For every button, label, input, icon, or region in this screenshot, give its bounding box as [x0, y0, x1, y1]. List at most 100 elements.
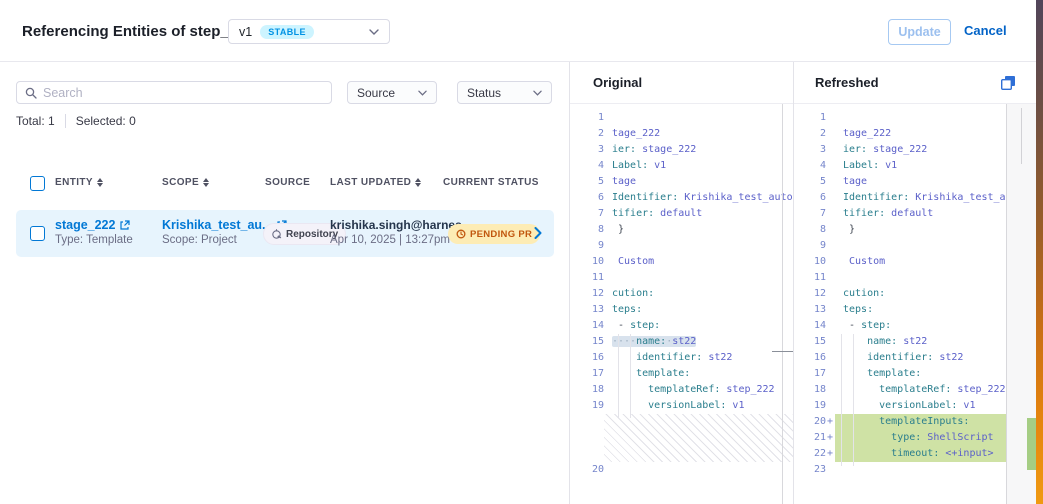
- row-checkbox[interactable]: [30, 226, 45, 241]
- scrollbar-thumb[interactable]: [1021, 108, 1022, 164]
- diff-add-mark: [826, 110, 835, 126]
- diff-add-mark: +: [826, 430, 835, 446]
- refreshed-pane-title: Refreshed: [815, 75, 879, 90]
- line-number: 1: [570, 110, 604, 126]
- code-line: 4Label: v1: [570, 158, 793, 174]
- code-line: 3ier: stage_222: [570, 142, 793, 158]
- diff-add-mark: [826, 302, 835, 318]
- original-pane-title: Original: [593, 75, 642, 90]
- line-number: 8: [793, 222, 826, 238]
- entity-link[interactable]: stage_222: [55, 218, 133, 233]
- code-line: 7tifier: default: [570, 206, 793, 222]
- code-line: 17 template:: [570, 366, 793, 382]
- scrollbar-track[interactable]: [782, 104, 783, 504]
- line-number: 8: [570, 222, 604, 238]
- code-line: 12cution:: [570, 286, 793, 302]
- code-text: Label: v1: [604, 158, 793, 174]
- external-link-icon: [119, 220, 130, 231]
- code-text: templateRef: step_222: [604, 382, 793, 398]
- original-code: 12tage_2223ier: stage_2224Label: v15tage…: [570, 110, 793, 478]
- code-line: 19 versionLabel: v1: [570, 398, 793, 414]
- status-badge-label: PENDING PR: [470, 229, 532, 240]
- clock-icon: [456, 229, 466, 239]
- line-number: 16: [793, 350, 826, 366]
- source-filter-dropdown[interactable]: Source: [347, 81, 437, 104]
- diff-add-mark: [826, 382, 835, 398]
- column-header-last-updated[interactable]: LAST UPDATED: [330, 177, 421, 188]
- copy-icon[interactable]: [1000, 74, 1018, 92]
- diff-headers: Original Refreshed: [570, 62, 1043, 104]
- code-text: teps:: [604, 302, 793, 318]
- line-number: 13: [793, 302, 826, 318]
- diff-placeholder-hatch: [604, 414, 793, 462]
- diff-add-mark: [826, 286, 835, 302]
- code-text: tage: [604, 174, 793, 190]
- source-filter-label: Source: [357, 86, 395, 100]
- line-number: 20: [570, 462, 604, 478]
- diff-add-mark: +: [826, 414, 835, 430]
- code-line: 6Identifier: Krishika_test_auto: [570, 190, 793, 206]
- code-text: - step:: [604, 318, 793, 334]
- column-header-scope[interactable]: SCOPE: [162, 177, 209, 188]
- diff-add-mark: [826, 238, 835, 254]
- line-number: 7: [570, 206, 604, 222]
- code-text: [604, 270, 793, 286]
- version-select[interactable]: v1 STABLE: [228, 19, 390, 44]
- diff-add-mark: [826, 158, 835, 174]
- diff-add-mark: [826, 126, 835, 142]
- status-filter-dropdown[interactable]: Status: [457, 81, 552, 104]
- line-number: 9: [793, 238, 826, 254]
- code-line: 11: [570, 270, 793, 286]
- diff-add-mark: [826, 350, 835, 366]
- diff-add-mark: [826, 206, 835, 222]
- stable-badge: STABLE: [260, 25, 314, 39]
- indent-guide: [841, 334, 842, 466]
- diff-add-mark: [826, 366, 835, 382]
- pane-divider: [793, 62, 794, 504]
- totals-bar: Total: 1 Selected: 0: [16, 114, 136, 128]
- column-header-entity[interactable]: ENTITY: [55, 177, 103, 188]
- cancel-button[interactable]: Cancel: [964, 23, 1007, 38]
- status-filter-label: Status: [467, 86, 501, 100]
- version-label: v1: [239, 25, 252, 39]
- chevron-down-icon: [533, 90, 542, 96]
- code-text: template:: [604, 366, 793, 382]
- diff-add-mark: [826, 222, 835, 238]
- select-all-checkbox[interactable]: [30, 176, 45, 191]
- search-box[interactable]: [16, 81, 332, 104]
- overview-ruler[interactable]: [1006, 104, 1036, 504]
- table-row[interactable]: stage_222 Type: Template Krishika_test_a…: [16, 210, 554, 257]
- indent-guide: [618, 334, 619, 418]
- selected-count: Selected: 0: [76, 114, 136, 128]
- sort-icon: [415, 178, 421, 187]
- line-number: 6: [570, 190, 604, 206]
- divider: [65, 114, 66, 128]
- line-number: 1: [793, 110, 826, 126]
- entities-list-panel: Source Status Total: 1 Selected: 0 ENTIT…: [0, 62, 570, 504]
- code-text: [604, 110, 793, 126]
- line-number: 23: [793, 462, 826, 478]
- refreshed-editor[interactable]: 12tage_2223ier: stage_2224Label: v15tage…: [793, 104, 1043, 504]
- update-button[interactable]: Update: [888, 19, 951, 45]
- code-text: [604, 238, 793, 254]
- chevron-down-icon: [418, 90, 427, 96]
- row-expand-chevron[interactable]: [528, 223, 548, 243]
- line-number: 20: [793, 414, 826, 430]
- page-edge-background: [1036, 0, 1043, 504]
- column-header-current-status: CURRENT STATUS: [443, 177, 539, 188]
- original-editor[interactable]: 12tage_2223ier: stage_2224Label: v15tage…: [570, 104, 793, 504]
- code-line: 13teps:: [570, 302, 793, 318]
- search-input[interactable]: [43, 86, 323, 100]
- code-line: 20: [570, 462, 793, 478]
- line-number: 18: [570, 382, 604, 398]
- diff-add-mark: [826, 398, 835, 414]
- repository-icon: [271, 229, 282, 240]
- diff-add-mark: [826, 334, 835, 350]
- sort-icon: [203, 178, 209, 187]
- code-line: 10 Custom: [570, 254, 793, 270]
- yaml-diff-panel: Original Refreshed 12tage_2223ier: stage…: [570, 62, 1043, 504]
- diff-add-mark: [826, 462, 835, 478]
- indent-guide: [630, 334, 631, 418]
- code-line: 9: [570, 238, 793, 254]
- diff-add-mark: [826, 190, 835, 206]
